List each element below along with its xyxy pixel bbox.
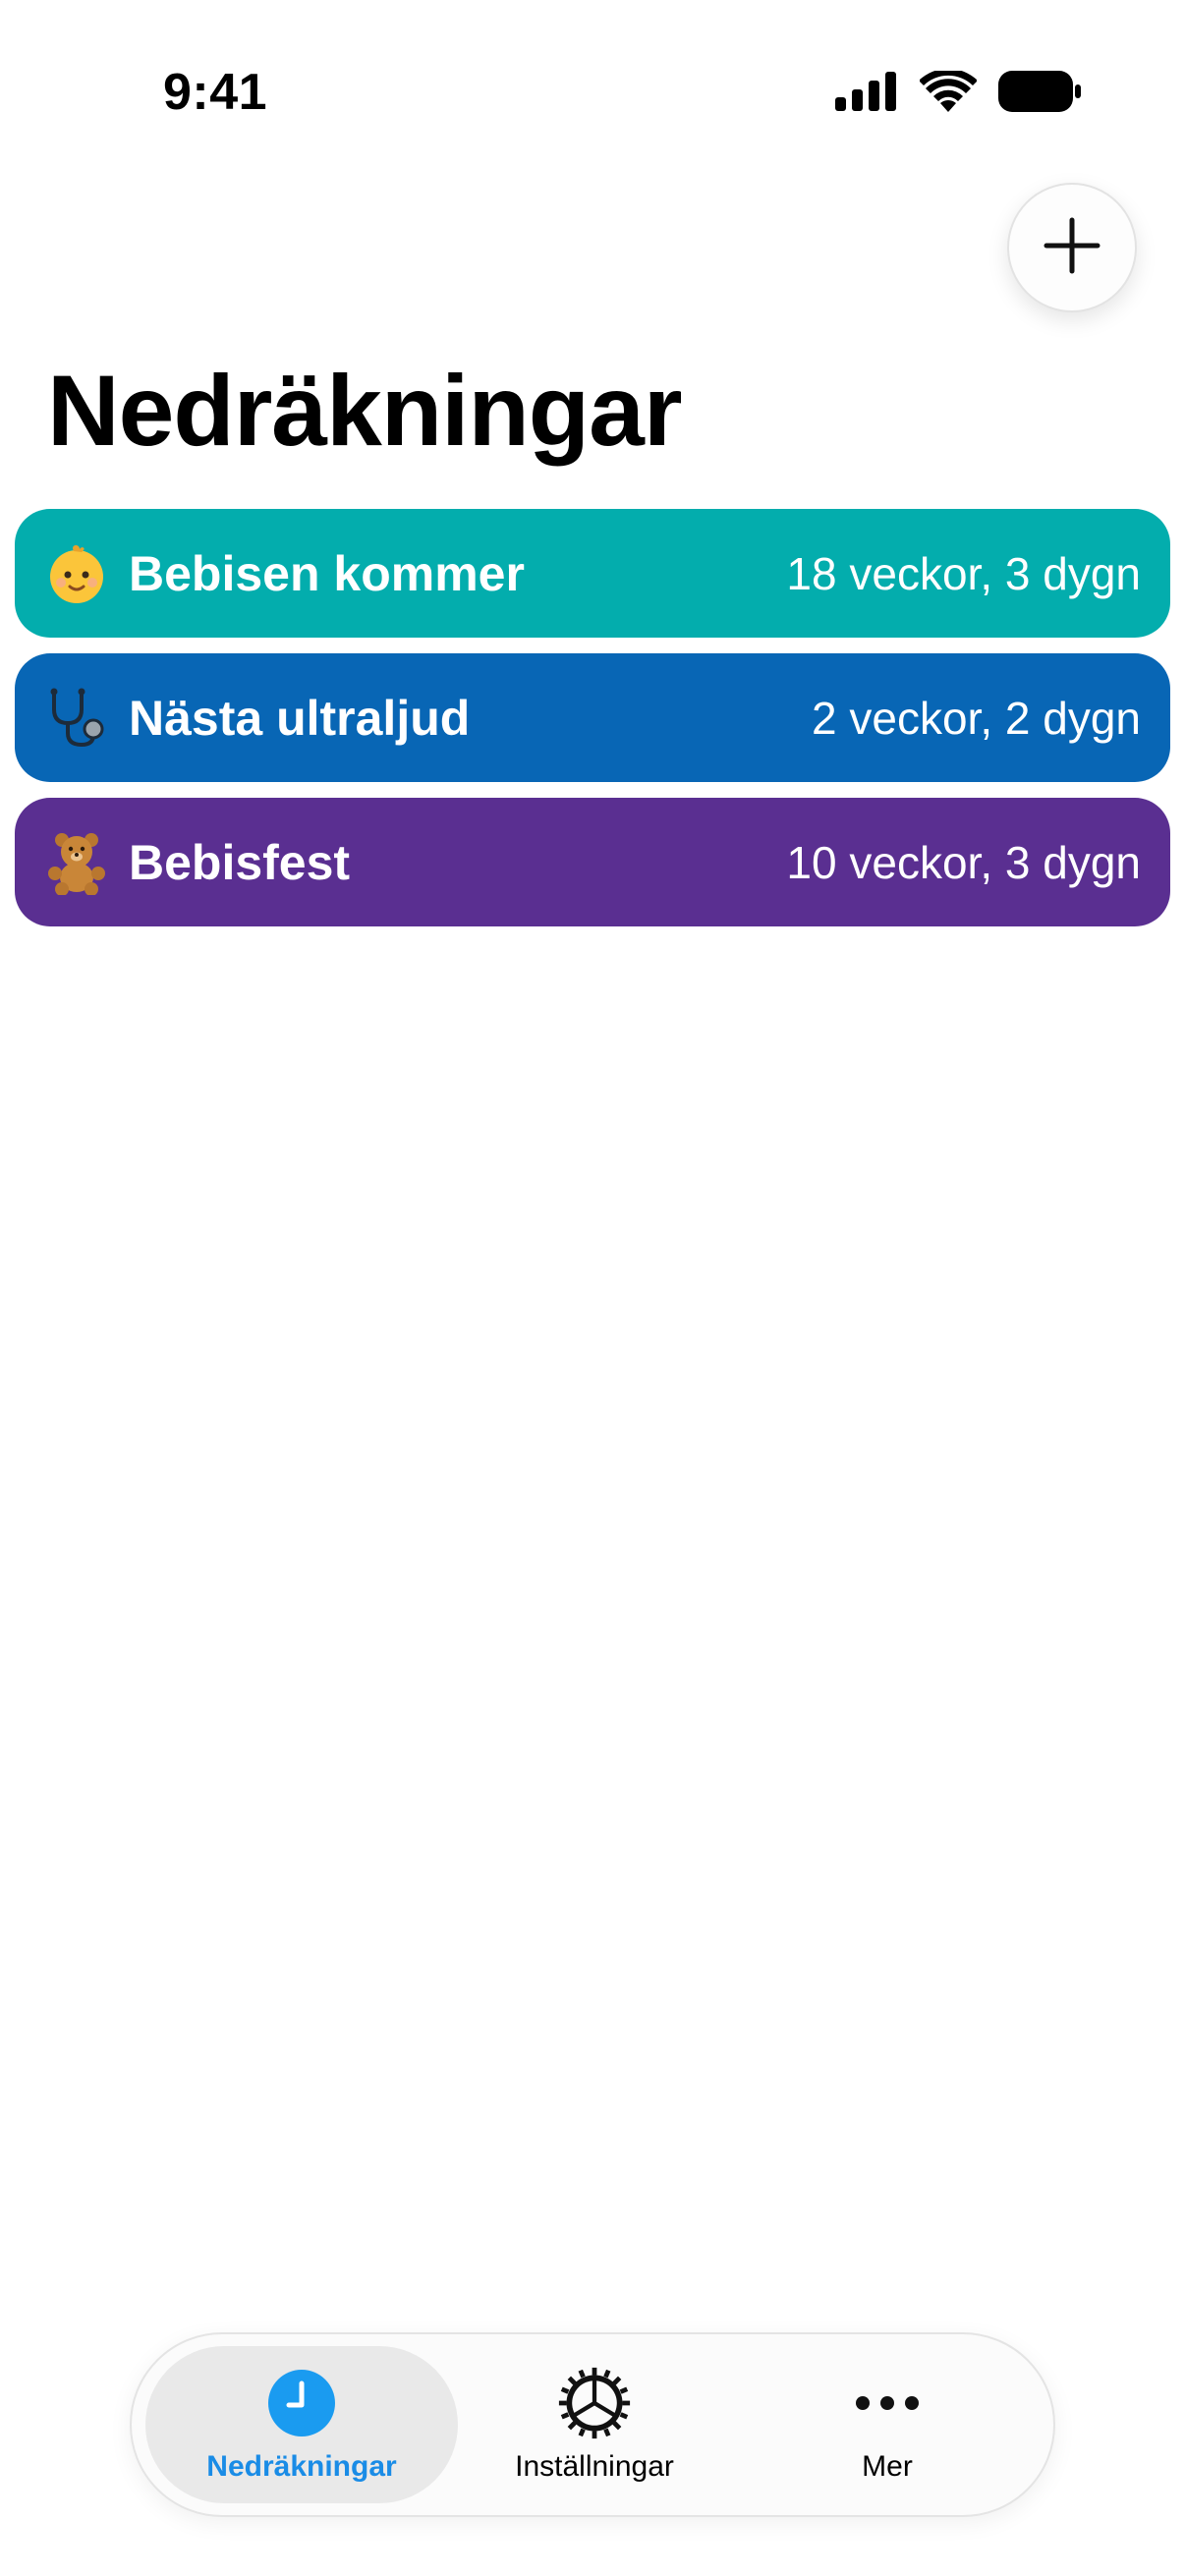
wifi-icon: [920, 71, 977, 112]
status-time: 9:41: [163, 64, 268, 121]
tab-settings[interactable]: Inställningar: [438, 2346, 751, 2503]
countdown-remaining: 18 veckor, 3 dygn: [786, 547, 1141, 599]
countdown-title: Bebisfest: [129, 834, 351, 890]
baby-emoji-icon: [44, 541, 109, 606]
tab-label: Inställningar: [515, 2450, 674, 2483]
tab-bar: Nedräkningar Inställningar Mer: [130, 2332, 1055, 2517]
countdown-title: Nästa ultraljud: [129, 690, 471, 746]
countdown-row[interactable]: Bebisfest 10 veckor, 3 dygn: [15, 798, 1170, 926]
tab-label: Mer: [862, 2450, 913, 2483]
clock-icon: [264, 2366, 339, 2440]
countdown-title: Bebisen kommer: [129, 545, 525, 601]
stethoscope-emoji-icon: [44, 686, 109, 751]
cellular-signal-icon: [835, 72, 898, 111]
tab-countdowns[interactable]: Nedräkningar: [145, 2346, 458, 2503]
page-title: Nedräkningar: [47, 355, 683, 467]
ellipsis-icon: [850, 2366, 925, 2440]
gear-icon: [557, 2366, 632, 2440]
countdown-list: Bebisen kommer 18 veckor, 3 dygn Nästa u…: [15, 509, 1170, 942]
battery-icon: [998, 71, 1081, 112]
plus-icon: [1043, 216, 1101, 280]
tab-more[interactable]: Mer: [731, 2346, 1044, 2503]
status-icons: [835, 71, 1081, 112]
countdown-row[interactable]: Nästa ultraljud 2 veckor, 2 dygn: [15, 653, 1170, 782]
teddy-bear-emoji-icon: [44, 830, 109, 895]
add-countdown-button[interactable]: [1007, 183, 1137, 312]
countdown-remaining: 2 veckor, 2 dygn: [812, 692, 1141, 744]
app-screen: 9:41 Nedräkningar Bebisen kommer 18 veck…: [0, 0, 1185, 2576]
tab-label: Nedräkningar: [206, 2450, 397, 2483]
countdown-row[interactable]: Bebisen kommer 18 veckor, 3 dygn: [15, 509, 1170, 638]
countdown-remaining: 10 veckor, 3 dygn: [786, 836, 1141, 888]
